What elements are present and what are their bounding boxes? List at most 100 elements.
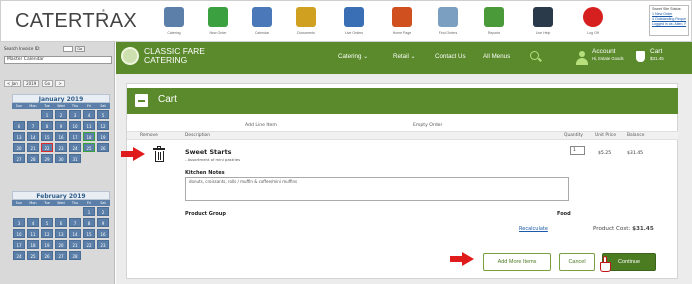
calendar-day[interactable]: 17 bbox=[69, 132, 81, 141]
calendar-day[interactable]: 13 bbox=[55, 229, 67, 238]
calendar-day[interactable]: 12 bbox=[97, 121, 109, 130]
calendar-day[interactable]: 5 bbox=[41, 218, 53, 227]
calendar-day[interactable]: 9 bbox=[97, 218, 109, 227]
calendar-day[interactable]: 19 bbox=[41, 240, 53, 249]
invoice-search-go-button[interactable]: Go bbox=[74, 46, 85, 52]
month-select[interactable]: < Jan bbox=[4, 80, 21, 87]
calendar-day[interactable]: 2 bbox=[55, 110, 67, 119]
calendar-select[interactable]: Master Calendar bbox=[4, 56, 112, 64]
empty-order-link[interactable]: Empty Order bbox=[413, 123, 442, 128]
calendar-day[interactable]: 20 bbox=[55, 240, 67, 249]
calendar-day[interactable]: 27 bbox=[55, 251, 67, 260]
calendar-day[interactable]: 17 bbox=[13, 240, 25, 249]
next-month-button[interactable]: > bbox=[55, 80, 65, 87]
calendar-day[interactable]: 23 bbox=[55, 143, 67, 152]
calendar-day[interactable]: 8 bbox=[41, 121, 53, 130]
calendar-day[interactable]: 7 bbox=[69, 218, 81, 227]
calendar-day[interactable]: 10 bbox=[13, 229, 25, 238]
calendar-day[interactable]: 6 bbox=[55, 218, 67, 227]
cancel-button[interactable]: Cancel bbox=[559, 253, 595, 271]
calendar-day[interactable]: 30 bbox=[55, 154, 67, 163]
add-line-item-link[interactable]: Add Line Item bbox=[245, 123, 277, 128]
recalculate-link[interactable]: Recalculate bbox=[519, 226, 548, 232]
menu-all-menus[interactable]: All Menus bbox=[483, 53, 510, 60]
calendar-day[interactable]: 20 bbox=[13, 143, 25, 152]
calendar-day[interactable]: 10 bbox=[69, 121, 81, 130]
calendar-day[interactable]: 26 bbox=[97, 143, 109, 152]
calendar-day[interactable]: 25 bbox=[83, 143, 95, 152]
menu-retail[interactable]: Retail ⌄ bbox=[393, 53, 416, 60]
toolbar-reports[interactable]: Reports bbox=[474, 7, 514, 41]
calendar-day[interactable]: 18 bbox=[83, 132, 95, 141]
calendar-day[interactable]: 11 bbox=[83, 121, 95, 130]
calendar-day[interactable]: 16 bbox=[97, 229, 109, 238]
calendar-day[interactable]: 14 bbox=[27, 132, 39, 141]
toolbar-find-orders[interactable]: Find Orders bbox=[428, 7, 468, 41]
calendar-day[interactable]: 13 bbox=[13, 132, 25, 141]
calendar-day[interactable]: 5 bbox=[97, 110, 109, 119]
calendar-day[interactable]: 26 bbox=[41, 251, 53, 260]
calendar-day[interactable]: 21 bbox=[27, 143, 39, 152]
calendar-day[interactable]: 11 bbox=[27, 229, 39, 238]
calendar-day[interactable]: 1 bbox=[41, 110, 53, 119]
calendar-day[interactable]: 14 bbox=[69, 229, 81, 238]
calendar-day[interactable]: 27 bbox=[13, 154, 25, 163]
calendar-day[interactable]: 4 bbox=[83, 110, 95, 119]
calendar-day[interactable]: 28 bbox=[69, 251, 81, 260]
cart-icon[interactable] bbox=[636, 51, 645, 62]
calendar-day[interactable]: 15 bbox=[41, 132, 53, 141]
calendar-day[interactable]: 1 bbox=[83, 207, 95, 216]
calendar-day[interactable]: 22 bbox=[41, 143, 53, 152]
toolbar-home-page[interactable]: Home Page bbox=[382, 7, 422, 41]
cart-label: Cart bbox=[650, 48, 663, 55]
collapse-icon[interactable] bbox=[135, 94, 148, 107]
brand-name[interactable]: CLASSIC FARE CATERING bbox=[144, 47, 205, 65]
day-of-week-label: Mon bbox=[29, 104, 37, 108]
add-more-items-button[interactable]: Add More Items bbox=[483, 253, 551, 271]
calendar-day[interactable]: 7 bbox=[27, 121, 39, 130]
toolbar-log-off[interactable]: Log Off bbox=[573, 7, 613, 41]
toolbar-catering[interactable]: Catering bbox=[154, 7, 194, 41]
toolbar-documents[interactable]: Documents bbox=[286, 7, 326, 41]
account-icon[interactable] bbox=[576, 51, 588, 65]
calendar-day[interactable]: 25 bbox=[27, 251, 39, 260]
calendar-day[interactable]: 24 bbox=[69, 143, 81, 152]
toolbar-new-order[interactable]: New Order bbox=[198, 7, 238, 41]
calendar-day[interactable]: 15 bbox=[83, 229, 95, 238]
toolbar-live-help[interactable]: Live Help bbox=[523, 7, 563, 41]
calendar-day[interactable]: 3 bbox=[69, 110, 81, 119]
classic-fare-logo[interactable] bbox=[121, 47, 139, 65]
calendar-day[interactable]: 2 bbox=[97, 207, 109, 216]
search-icon[interactable] bbox=[530, 51, 539, 60]
menu-contact-us[interactable]: Contact Us bbox=[435, 53, 466, 60]
account-link[interactable]: Account Hi, Estate Goods bbox=[592, 48, 624, 62]
calendar-day[interactable]: 22 bbox=[83, 240, 95, 249]
catertrax-logo[interactable]: CATERTRAX bbox=[15, 10, 137, 33]
calendar-day[interactable]: 6 bbox=[13, 121, 25, 130]
calendar-day[interactable]: 24 bbox=[13, 251, 25, 260]
quantity-input[interactable]: 1 bbox=[570, 146, 585, 155]
calendar-day[interactable]: 4 bbox=[27, 218, 39, 227]
kitchen-notes-field[interactable]: donuts, croissants, rolls / muffin & cof… bbox=[185, 177, 569, 201]
calendar-day[interactable]: 29 bbox=[41, 154, 53, 163]
menu-catering[interactable]: Catering ⌄ bbox=[338, 53, 368, 60]
calendar-day[interactable]: 18 bbox=[27, 240, 39, 249]
trash-icon[interactable] bbox=[153, 146, 165, 162]
calendar-day[interactable]: 8 bbox=[83, 218, 95, 227]
calendar-day[interactable]: 9 bbox=[55, 121, 67, 130]
calendar-day[interactable]: 16 bbox=[55, 132, 67, 141]
calendar-go-button[interactable]: Go bbox=[41, 80, 54, 87]
cart-link[interactable]: Cart $31.45 bbox=[650, 48, 664, 62]
calendar-day[interactable]: 12 bbox=[41, 229, 53, 238]
invoice-search-input[interactable] bbox=[63, 46, 74, 52]
toolbar-calendar[interactable]: Calendar bbox=[242, 7, 282, 41]
year-select[interactable]: 2019 bbox=[23, 80, 40, 87]
calendar-day[interactable]: 23 bbox=[97, 240, 109, 249]
calendar-day[interactable]: 21 bbox=[69, 240, 81, 249]
toolbar-live-orders[interactable]: Live Orders bbox=[334, 7, 374, 41]
calendar-day[interactable]: 28 bbox=[27, 154, 39, 163]
logged-in-as[interactable]: Logged in as: Allen, Renah bbox=[652, 22, 686, 27]
calendar-day[interactable]: 19 bbox=[97, 132, 109, 141]
calendar-day[interactable]: 31 bbox=[69, 154, 81, 163]
calendar-day[interactable]: 3 bbox=[13, 218, 25, 227]
